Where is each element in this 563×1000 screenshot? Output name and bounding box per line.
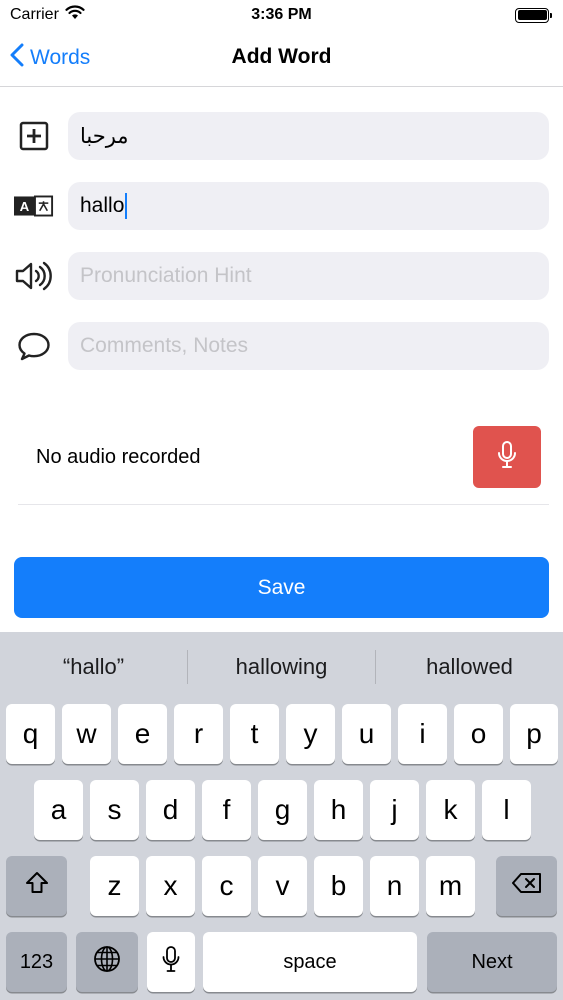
plus-square-icon — [14, 116, 54, 156]
key[interactable]: k — [426, 780, 475, 840]
comments-placeholder: Comments, Notes — [80, 334, 249, 357]
shift-icon — [24, 870, 50, 903]
key[interactable]: r — [174, 704, 223, 764]
microphone-icon — [496, 440, 518, 475]
key[interactable]: y — [286, 704, 335, 764]
key[interactable]: s — [90, 780, 139, 840]
key[interactable]: t — [230, 704, 279, 764]
translation-row: A hallo — [0, 182, 563, 230]
globe-icon — [92, 944, 122, 981]
pronunciation-placeholder: Pronunciation Hint — [80, 264, 252, 287]
key[interactable]: m — [426, 856, 475, 916]
delete-key[interactable] — [496, 856, 557, 916]
key[interactable]: o — [454, 704, 503, 764]
status-bar: Carrier 3:36 PM — [0, 0, 563, 30]
pronunciation-input[interactable]: Pronunciation Hint — [68, 252, 549, 300]
svg-text:A: A — [20, 199, 30, 214]
word-input-value: مرحبا — [80, 124, 129, 148]
key[interactable]: a — [34, 780, 83, 840]
key[interactable]: d — [146, 780, 195, 840]
pronunciation-row: Pronunciation Hint — [0, 252, 563, 300]
key[interactable]: u — [342, 704, 391, 764]
audio-row: No audio recorded — [18, 410, 549, 505]
key[interactable]: v — [258, 856, 307, 916]
battery-icon — [515, 7, 552, 23]
numbers-key[interactable]: 123 — [6, 932, 67, 992]
key[interactable]: w — [62, 704, 111, 764]
key[interactable]: g — [258, 780, 307, 840]
key[interactable]: f — [202, 780, 251, 840]
word-row: مرحبا — [0, 112, 563, 160]
dictation-key[interactable] — [147, 932, 195, 992]
comments-input[interactable]: Comments, Notes — [68, 322, 549, 370]
next-key[interactable]: Next — [427, 932, 557, 992]
key[interactable]: c — [202, 856, 251, 916]
speaker-icon — [14, 256, 54, 296]
comments-row: Comments, Notes — [0, 322, 563, 370]
suggestion-3[interactable]: hallowed — [376, 647, 563, 687]
save-button-label: Save — [257, 575, 306, 599]
space-key[interactable]: space — [203, 932, 417, 992]
save-button[interactable]: Save — [14, 557, 549, 618]
speech-bubble-icon — [14, 326, 54, 366]
keyboard: “hallo” hallowing hallowed q w e r t y u… — [0, 632, 563, 1000]
key[interactable]: l — [482, 780, 531, 840]
key[interactable]: z — [90, 856, 139, 916]
word-input[interactable]: مرحبا — [68, 112, 549, 160]
globe-key[interactable] — [76, 932, 138, 992]
shift-key[interactable] — [6, 856, 67, 916]
page-title: Add Word — [231, 45, 332, 68]
microphone-icon — [161, 945, 181, 980]
navigation-bar: Words Add Word — [0, 30, 563, 87]
suggestion-2[interactable]: hallowing — [188, 647, 375, 687]
text-cursor — [125, 193, 128, 219]
key[interactable]: q — [6, 704, 55, 764]
key[interactable]: e — [118, 704, 167, 764]
backspace-icon — [511, 870, 543, 902]
key[interactable]: b — [314, 856, 363, 916]
key[interactable]: x — [146, 856, 195, 916]
key[interactable]: n — [370, 856, 419, 916]
suggestion-1[interactable]: “hallo” — [0, 647, 187, 687]
status-time: 3:36 PM — [251, 6, 312, 23]
record-audio-button[interactable] — [473, 426, 541, 488]
translation-input[interactable]: hallo — [68, 182, 549, 230]
key[interactable]: h — [314, 780, 363, 840]
suggestion-bar: “hallo” hallowing hallowed — [0, 632, 563, 702]
key[interactable]: i — [398, 704, 447, 764]
audio-status-label: No audio recorded — [36, 446, 201, 468]
translation-input-value: hallo — [80, 194, 125, 217]
key[interactable]: p — [510, 704, 558, 764]
translate-icon: A — [14, 186, 54, 226]
key[interactable]: j — [370, 780, 419, 840]
